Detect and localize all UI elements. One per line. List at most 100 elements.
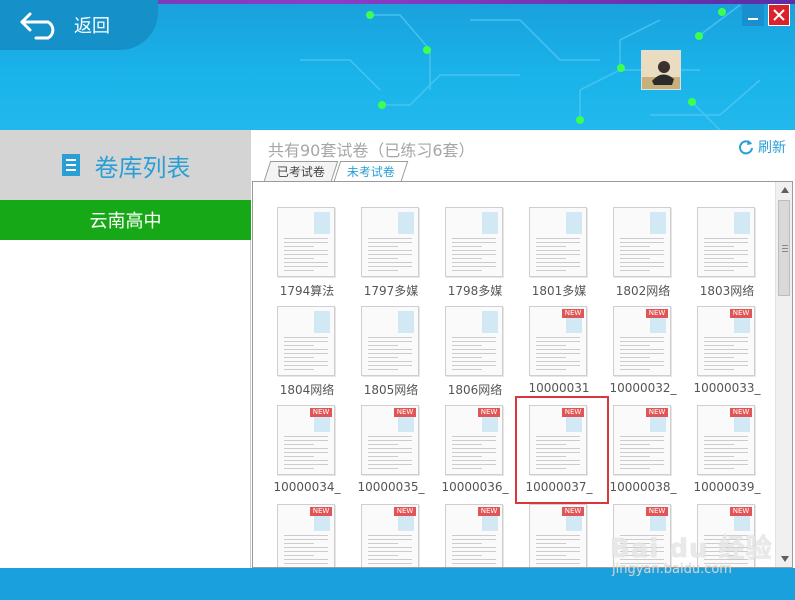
sidebar-item-yunnan-high-school[interactable]: 云南高中 [0, 200, 251, 240]
document-line [620, 341, 664, 342]
scroll-thumb[interactable] [778, 200, 790, 296]
document-line [620, 266, 664, 267]
document-thumbnail [734, 212, 750, 234]
close-button[interactable] [768, 4, 790, 26]
document-line [620, 543, 650, 544]
paper-label: 1806网络 [447, 383, 503, 397]
paper-card[interactable]: NEW 10000031 [519, 306, 599, 401]
paper-card[interactable]: NEW 10000033_ [687, 306, 767, 401]
paper-card[interactable]: 1804网络 [267, 306, 347, 401]
paper-card[interactable]: NEW 10000039_ [687, 405, 767, 500]
document-line [452, 345, 482, 346]
paper-card[interactable]: 1801多媒 [519, 207, 599, 302]
document-icon: NEW [613, 306, 671, 376]
paper-label: 1804网络 [279, 383, 335, 397]
paper-card[interactable]: 1797多媒 [351, 207, 431, 302]
document-line [536, 547, 580, 548]
document-line [284, 539, 328, 540]
tab-taken-papers[interactable]: 已考试卷 [263, 161, 339, 181]
paper-card[interactable]: 1806网络 [435, 306, 515, 401]
new-badge: NEW [394, 507, 416, 516]
paper-card[interactable]: NEW 10000038_ [603, 405, 683, 500]
document-line [704, 361, 748, 362]
paper-card[interactable]: 1802网络 [603, 207, 683, 302]
document-line [704, 262, 748, 263]
paper-card[interactable]: NEW [519, 504, 599, 567]
document-line [536, 436, 580, 437]
document-line [620, 460, 664, 461]
document-icon: NEW [697, 306, 755, 376]
document-line [368, 535, 412, 536]
paper-card[interactable]: NEW [351, 504, 431, 567]
back-button[interactable]: 返回 [0, 0, 158, 50]
document-line [536, 448, 580, 449]
paper-card[interactable]: 1805网络 [351, 306, 431, 401]
document-line [536, 258, 566, 259]
tab-bar: 已考试卷 未考试卷 [263, 161, 409, 181]
document-line [620, 258, 650, 259]
paper-card[interactable]: 1794算法 [267, 207, 347, 302]
document-line [620, 242, 664, 243]
minimize-button[interactable] [742, 4, 764, 26]
document-line [284, 547, 328, 548]
paper-card[interactable]: NEW 10000035_ [351, 405, 431, 500]
document-icon: NEW [445, 504, 503, 567]
document-line [284, 353, 328, 354]
paper-card[interactable]: NEW [267, 504, 347, 567]
document-line [284, 270, 314, 271]
document-line [452, 539, 496, 540]
document-line [620, 369, 650, 370]
avatar[interactable] [641, 50, 681, 90]
document-line [620, 468, 650, 469]
document-line [704, 353, 748, 354]
new-badge: NEW [310, 507, 332, 516]
document-line [284, 559, 328, 560]
paper-card[interactable]: 1798多媒 [435, 207, 515, 302]
document-line [704, 242, 748, 243]
document-line [284, 563, 328, 564]
document-line [452, 456, 482, 457]
paper-card[interactable]: NEW 10000034_ [267, 405, 347, 500]
paper-card[interactable]: 1803网络 [687, 207, 767, 302]
paper-card[interactable]: NEW [687, 504, 767, 567]
refresh-button[interactable]: 刷新 [738, 137, 786, 157]
paper-card[interactable]: NEW 10000032_ [603, 306, 683, 401]
document-icon [277, 207, 335, 277]
vertical-scrollbar[interactable] [775, 182, 792, 567]
document-line [284, 250, 328, 251]
document-line [620, 250, 664, 251]
document-line [284, 349, 328, 350]
document-line [284, 369, 314, 370]
document-line [620, 452, 664, 453]
app-header: 返回 [0, 0, 795, 130]
paper-card[interactable]: NEW [603, 504, 683, 567]
document-line [620, 547, 664, 548]
document-line [536, 353, 580, 354]
document-line [368, 262, 412, 263]
paper-label: 10000037_ [525, 480, 593, 494]
scroll-up-button[interactable] [776, 182, 792, 198]
grip-icon [782, 245, 788, 252]
paper-label: 10000032_ [609, 381, 677, 395]
tab-untaken-papers[interactable]: 未考试卷 [333, 161, 409, 181]
document-line [284, 543, 314, 544]
paper-card[interactable]: NEW 10000036_ [435, 405, 515, 500]
paper-label: 1805网络 [363, 383, 419, 397]
document-line [368, 345, 398, 346]
document-line [704, 369, 734, 370]
scroll-down-button[interactable] [776, 551, 792, 567]
document-line [704, 440, 748, 441]
paper-card[interactable]: NEW [435, 504, 515, 567]
paper-card[interactable]: NEW 10000037_ [515, 396, 609, 504]
document-line [704, 254, 748, 255]
document-line [452, 535, 496, 536]
list-icon [61, 154, 80, 176]
document-line [368, 559, 412, 560]
document-line [620, 357, 650, 358]
document-line [452, 242, 496, 243]
document-line [452, 254, 496, 255]
document-line [452, 349, 496, 350]
document-line [368, 250, 412, 251]
document-line [704, 337, 748, 338]
document-thumbnail [314, 311, 330, 333]
